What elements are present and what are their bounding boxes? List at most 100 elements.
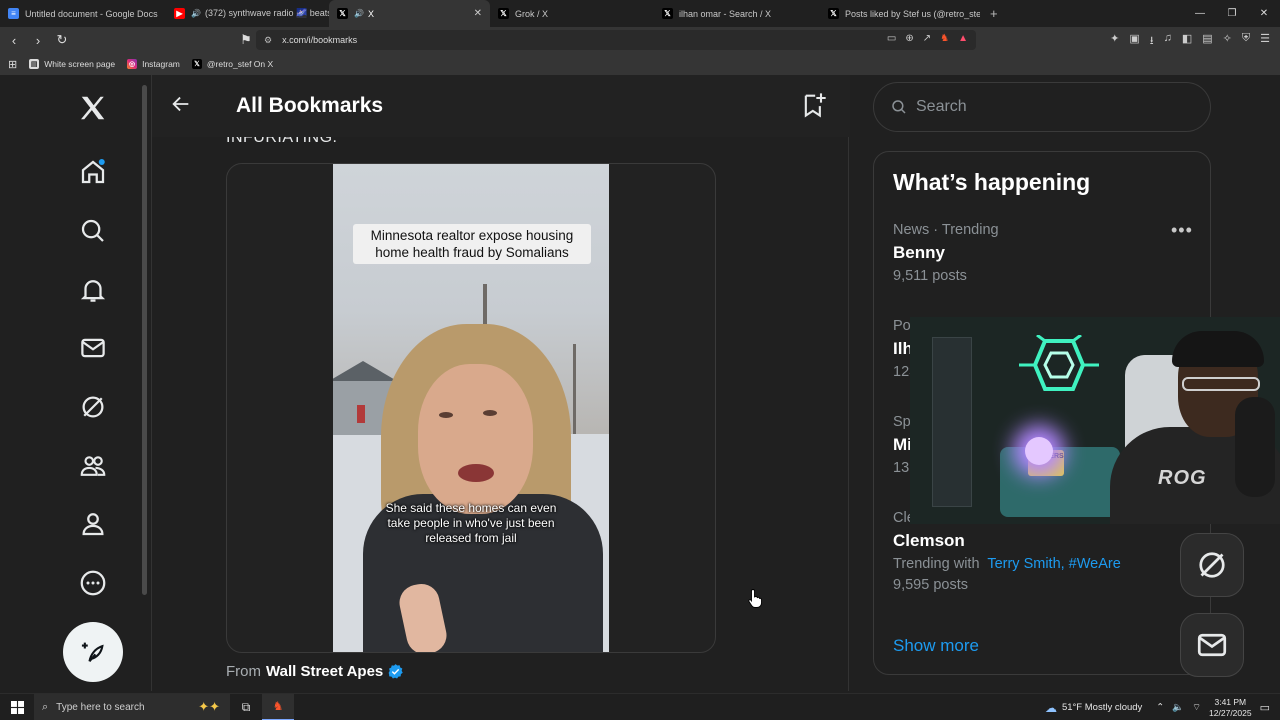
brave-browser-taskbar-icon[interactable]: ♞ bbox=[262, 693, 294, 720]
grok-float-button[interactable] bbox=[1180, 533, 1244, 597]
volume-icon[interactable]: 🔈 bbox=[1172, 702, 1184, 713]
tab-title: Grok / X bbox=[515, 8, 549, 19]
brave-shields-icon[interactable]: ♞ bbox=[940, 33, 949, 44]
post-media-container[interactable]: Minnesota realtor expose housing home he… bbox=[226, 163, 716, 653]
notifications-bell-icon[interactable] bbox=[76, 273, 110, 307]
instagram-icon: ◎ bbox=[127, 59, 138, 69]
source-account-link[interactable]: Wall Street Apes bbox=[266, 663, 383, 680]
webcam-lamp bbox=[1025, 437, 1053, 465]
trending-tags-link[interactable]: Terry Smith, #WeAre bbox=[987, 556, 1121, 572]
bookmark-white-screen[interactable]: ▤ White screen page bbox=[29, 59, 115, 69]
video-eye bbox=[439, 412, 453, 418]
trend-name: Benny bbox=[893, 243, 945, 262]
address-bar[interactable]: ⚙ x.com/i/bookmarks ▭ ⊕ ↗ ♞ ▲ bbox=[256, 30, 976, 50]
site-info-icon[interactable]: ⚙ bbox=[264, 35, 272, 46]
media-icon[interactable]: ♫ bbox=[1164, 32, 1172, 51]
bookmark-instagram[interactable]: ◎ Instagram bbox=[127, 59, 180, 69]
messages-float-button[interactable] bbox=[1180, 613, 1244, 677]
taskbar-clock[interactable]: 3:41 PM 12/27/2025 bbox=[1209, 697, 1252, 719]
scrollbar-thumb[interactable] bbox=[142, 85, 147, 595]
tray-chevron-up-icon[interactable]: ⌃ bbox=[1156, 702, 1164, 713]
wallet-icon[interactable]: ▤ bbox=[1202, 32, 1212, 51]
post-video[interactable]: Minnesota realtor expose housing home he… bbox=[333, 164, 609, 652]
tab-liked-posts[interactable]: 𝕏 Posts liked by Stef us (@retro_stef) / bbox=[820, 0, 980, 27]
verified-badge-icon bbox=[388, 664, 403, 679]
tab-title: (372) synthwave radio 🌌 beats t bbox=[204, 8, 329, 18]
trend-item[interactable]: News · Trending Benny 9,511 posts bbox=[893, 222, 1193, 284]
audio-icon: 🔊 bbox=[191, 9, 201, 18]
close-window-icon[interactable]: ✕ bbox=[1248, 0, 1280, 27]
profile-icon[interactable] bbox=[76, 507, 110, 541]
leo-icon[interactable]: ✧ bbox=[1223, 32, 1232, 51]
screenshot-icon[interactable]: ▣ bbox=[1129, 32, 1139, 51]
notifications-icon[interactable]: ▭ bbox=[1260, 701, 1270, 714]
video-eye bbox=[483, 410, 497, 416]
tab-google-docs[interactable]: ≡ Untitled document - Google Docs bbox=[0, 0, 166, 27]
home-icon[interactable] bbox=[76, 155, 110, 189]
x-logo-icon[interactable] bbox=[76, 91, 110, 125]
close-tab-icon[interactable]: ✕ bbox=[474, 8, 482, 19]
bookmark-label: White screen page bbox=[44, 59, 116, 69]
zoom-icon[interactable]: ⊕ bbox=[905, 33, 913, 44]
apps-grid-icon[interactable]: ⊞ bbox=[8, 58, 17, 71]
download-icon[interactable]: ⭳ bbox=[1150, 32, 1154, 51]
bookmark-page-icon[interactable]: ⚑ bbox=[236, 30, 256, 50]
tab-x-active[interactable]: 𝕏 🔊 X ✕ bbox=[329, 0, 490, 27]
search-icon: ⌕ bbox=[42, 700, 49, 713]
forward-icon[interactable]: › bbox=[28, 30, 48, 50]
x-icon: 𝕏 bbox=[828, 8, 839, 19]
back-icon[interactable]: ‹ bbox=[4, 30, 24, 50]
grok-icon[interactable] bbox=[76, 390, 110, 424]
search-input[interactable]: Search bbox=[873, 82, 1211, 132]
trend-meta: News · Trending bbox=[893, 222, 999, 238]
x-icon: 𝕏 bbox=[498, 8, 509, 19]
compose-post-button[interactable] bbox=[63, 622, 123, 682]
explore-search-icon[interactable] bbox=[76, 214, 110, 248]
new-tab-button[interactable]: + bbox=[980, 6, 1008, 21]
windows-start-icon[interactable] bbox=[0, 694, 34, 720]
tab-youtube[interactable]: ▶ 🔊 (372) synthwave radio 🌌 beats t bbox=[166, 0, 329, 27]
webcam-shirt-logo: ROG bbox=[1158, 467, 1207, 489]
share-icon[interactable]: ↗ bbox=[923, 33, 931, 44]
messages-mail-icon[interactable] bbox=[76, 331, 110, 365]
reload-icon[interactable]: ↻ bbox=[52, 30, 72, 50]
minimize-icon[interactable]: — bbox=[1184, 0, 1216, 27]
mouse-hand-cursor bbox=[748, 589, 762, 608]
browser-tab-strip: ≡ Untitled document - Google Docs ▶ 🔊 (3… bbox=[0, 0, 1280, 27]
x-icon: 𝕏 bbox=[662, 8, 673, 19]
x-icon: 𝕏 bbox=[191, 59, 202, 69]
sidebar-icon[interactable]: ◧ bbox=[1182, 32, 1192, 51]
bookmark-retro-stef[interactable]: 𝕏 @retro_stef On X bbox=[191, 59, 273, 69]
cast-icon[interactable]: ▭ bbox=[887, 33, 896, 44]
brave-rewards-icon[interactable]: ▲ bbox=[958, 33, 968, 44]
tab-title: ilhan omar - Search / X bbox=[679, 8, 772, 19]
search-icon bbox=[892, 100, 906, 114]
more-options-icon[interactable] bbox=[76, 566, 110, 600]
vpn-icon[interactable]: ⛨ bbox=[1242, 32, 1250, 51]
weather-text[interactable]: 51°F Mostly cloudy bbox=[1062, 702, 1142, 713]
clock-date: 12/27/2025 bbox=[1209, 707, 1252, 718]
youtube-icon: ▶ bbox=[174, 8, 185, 19]
page-scrollbar[interactable] bbox=[141, 85, 148, 685]
taskbar-search-placeholder: Type here to search bbox=[56, 701, 145, 713]
tab-ilhan-search[interactable]: 𝕏 ilhan omar - Search / X bbox=[654, 0, 820, 27]
taskbar-search-input[interactable]: ⌕ Type here to search ✦✦ bbox=[34, 693, 230, 720]
trending-with-label: Trending with bbox=[893, 556, 980, 572]
back-arrow-icon[interactable] bbox=[170, 93, 192, 115]
audio-icon: 🔊 bbox=[354, 9, 364, 18]
tab-grok[interactable]: 𝕏 Grok / X bbox=[490, 0, 654, 27]
network-icon[interactable]: ⌔ bbox=[1192, 702, 1201, 713]
new-bookmark-folder-icon[interactable] bbox=[800, 91, 828, 119]
clock-time: 3:41 PM bbox=[1214, 696, 1247, 707]
address-bar-actions: ▭ ⊕ ↗ ♞ ▲ bbox=[887, 33, 968, 44]
task-view-icon[interactable]: ⧉ bbox=[230, 694, 262, 720]
show-more-link[interactable]: Show more bbox=[893, 636, 979, 656]
search-placeholder: Search bbox=[916, 98, 967, 115]
mail-icon bbox=[1197, 633, 1227, 657]
menu-icon[interactable]: ☰ bbox=[1260, 32, 1270, 51]
restore-icon[interactable]: ❐ bbox=[1216, 0, 1248, 27]
communities-icon[interactable] bbox=[76, 449, 110, 483]
extensions-icon[interactable]: ✦ bbox=[1110, 32, 1119, 51]
trend-more-icon[interactable]: ••• bbox=[1171, 220, 1193, 241]
trend-post-count: 9,595 posts bbox=[893, 577, 968, 593]
